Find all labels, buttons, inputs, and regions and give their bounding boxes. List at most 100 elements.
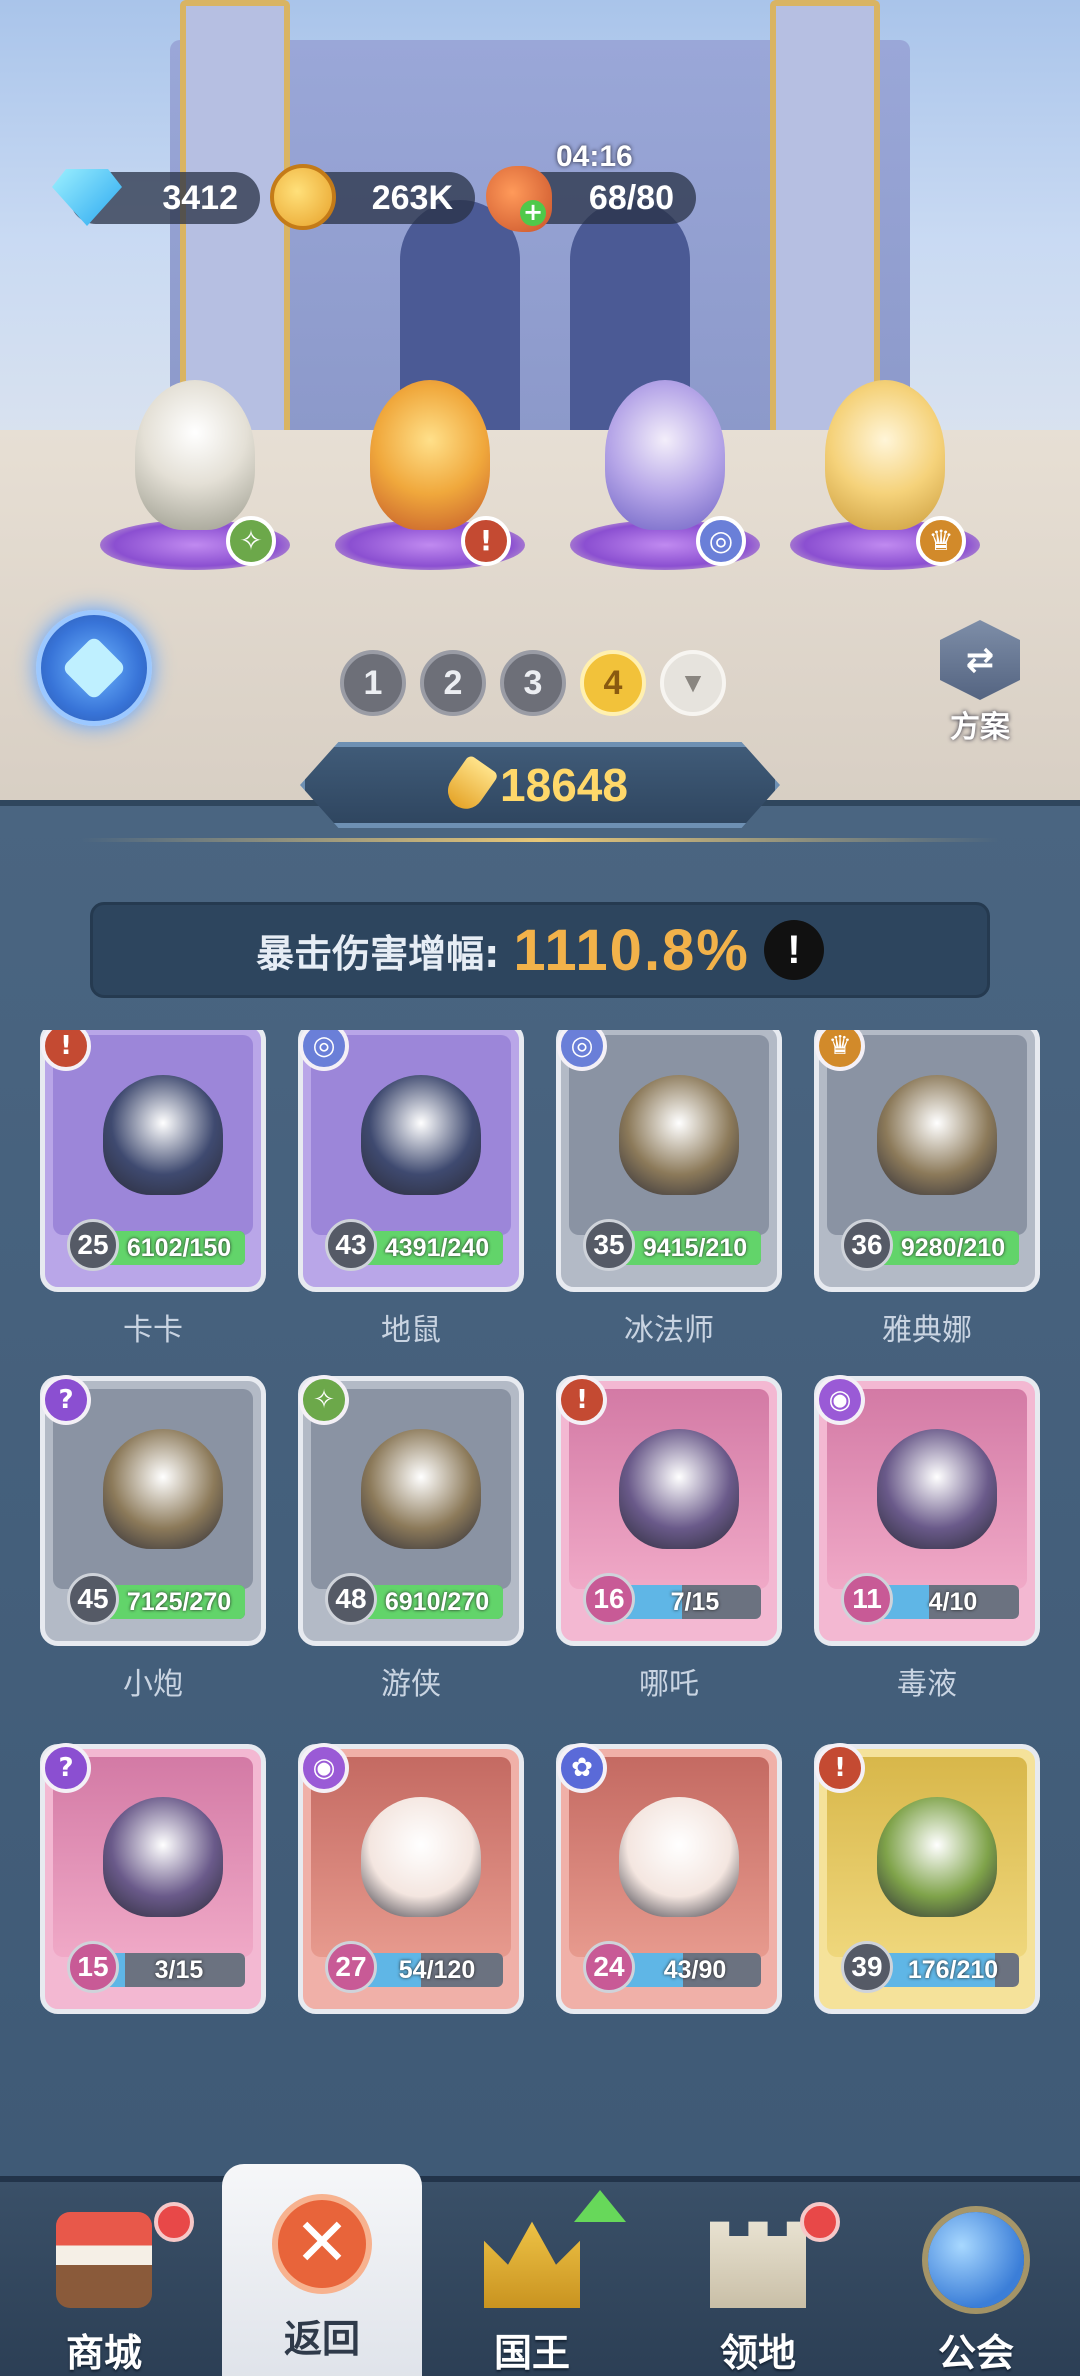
hero-portrait bbox=[311, 1757, 511, 1957]
team-tab-4[interactable]: 4 bbox=[580, 650, 646, 716]
plan-button[interactable]: ⇄ 方案 bbox=[930, 620, 1030, 745]
hero-level: 45 bbox=[67, 1573, 119, 1625]
hero-card[interactable]: ◎ 35 9415/210 冰法师 bbox=[556, 1030, 782, 1348]
hero-sprite bbox=[361, 1429, 481, 1549]
planet-icon bbox=[928, 2212, 1024, 2308]
hero-card[interactable]: ✧ 48 6910/270 游侠 bbox=[298, 1375, 524, 1702]
class-badge-icon: ! bbox=[557, 1375, 607, 1425]
hero-level: 39 bbox=[841, 1941, 893, 1993]
hero-sprite bbox=[103, 1797, 223, 1917]
hero-name: 游侠 bbox=[381, 1667, 441, 1702]
power-banner: 18648 bbox=[300, 742, 780, 828]
hero-card[interactable]: ! 25 6102/150 卡卡 bbox=[40, 1030, 266, 1348]
hero-sprite bbox=[361, 1797, 481, 1917]
crown-icon bbox=[484, 2221, 580, 2308]
hero-level: 35 bbox=[583, 1219, 635, 1271]
hero-portrait bbox=[827, 1389, 1027, 1589]
hero-sprite bbox=[619, 1797, 739, 1917]
hero-portrait bbox=[569, 1035, 769, 1235]
warrior-class-icon: ! bbox=[461, 516, 511, 566]
notification-dot bbox=[800, 2202, 840, 2242]
hero-sprite bbox=[825, 380, 945, 530]
hero-card[interactable]: ✿ 24 43/90 bbox=[556, 1743, 782, 2014]
class-badge-icon: ! bbox=[815, 1743, 865, 1793]
power-value: 18648 bbox=[500, 759, 628, 811]
hero-level: 15 bbox=[67, 1941, 119, 1993]
nav-king[interactable]: 国王 bbox=[432, 2182, 632, 2376]
mage-class-icon: ◎ bbox=[696, 516, 746, 566]
hero-card[interactable]: ◎ 43 4391/240 地鼠 bbox=[298, 1030, 524, 1348]
hero-level: 16 bbox=[583, 1573, 635, 1625]
hero-name: 小炮 bbox=[123, 1667, 183, 1702]
hero-sprite bbox=[103, 1429, 223, 1549]
lineup-hero-2[interactable]: ! bbox=[335, 370, 525, 570]
stamina-timer: 04:16 bbox=[556, 140, 633, 173]
add-stamina-icon[interactable]: + bbox=[520, 200, 546, 226]
hero-card[interactable]: ! 39 176/210 bbox=[814, 1743, 1040, 2014]
hero-portrait bbox=[827, 1757, 1027, 1957]
hero-level: 24 bbox=[583, 1941, 635, 1993]
hero-portrait bbox=[827, 1035, 1027, 1235]
team-tab-3[interactable]: 3 bbox=[500, 650, 566, 716]
hero-sprite bbox=[361, 1075, 481, 1195]
nav-territory[interactable]: 领地 bbox=[658, 2182, 858, 2376]
nav-guild[interactable]: 公会 bbox=[876, 2182, 1076, 2376]
bottom-nav: 商城 ✕ 返回 国王 领地 公会 bbox=[0, 2164, 1080, 2376]
hero-card[interactable]: ◉ 11 4/10 毒液 bbox=[814, 1375, 1040, 1702]
hero-sprite bbox=[370, 380, 490, 530]
hero-level: 11 bbox=[841, 1573, 893, 1625]
lineup-hero-1[interactable]: ✧ bbox=[100, 370, 290, 570]
stat-label: 暴击伤害增幅: bbox=[256, 931, 500, 976]
hero-name: 卡卡 bbox=[123, 1313, 183, 1348]
hero-card[interactable]: ? 15 3/15 bbox=[40, 1743, 266, 2014]
gem-count: 3412 bbox=[162, 178, 238, 217]
info-icon[interactable]: ! bbox=[763, 920, 824, 980]
castle-icon bbox=[710, 2221, 806, 2308]
hero-sprite bbox=[877, 1429, 997, 1549]
skill-button[interactable] bbox=[36, 610, 152, 726]
nav-shop[interactable]: 商城 bbox=[4, 2182, 204, 2376]
hero-name: 冰法师 bbox=[624, 1313, 714, 1348]
hero-portrait bbox=[311, 1389, 511, 1589]
hero-sprite bbox=[877, 1797, 997, 1917]
hero-card[interactable]: ? 45 7125/270 小炮 bbox=[40, 1375, 266, 1702]
hero-sprite bbox=[619, 1429, 739, 1549]
class-badge-icon: ? bbox=[41, 1375, 91, 1425]
team-tab-2[interactable]: 2 bbox=[420, 650, 486, 716]
class-badge-icon: ? bbox=[41, 1743, 91, 1793]
sword-power-icon bbox=[440, 754, 500, 816]
hero-portrait bbox=[569, 1389, 769, 1589]
hero-level: 43 bbox=[325, 1219, 377, 1271]
nav-label: 领地 bbox=[719, 2331, 796, 2375]
notification-dot bbox=[154, 2202, 194, 2242]
plan-label: 方案 bbox=[950, 710, 1010, 745]
hero-sprite bbox=[619, 1075, 739, 1195]
nav-label: 商城 bbox=[65, 2331, 142, 2375]
hero-card[interactable]: ! 16 7/15 哪吒 bbox=[556, 1375, 782, 1702]
nav-back[interactable]: ✕ 返回 bbox=[222, 2164, 422, 2376]
hero-name: 毒液 bbox=[897, 1667, 957, 1702]
hero-card[interactable]: ◉ 27 54/120 bbox=[298, 1743, 524, 2014]
ranger-class-icon: ✧ bbox=[226, 516, 276, 566]
divider bbox=[80, 838, 1000, 842]
coin-icon bbox=[270, 164, 336, 230]
hero-portrait bbox=[311, 1035, 511, 1235]
skill-diamond-icon bbox=[61, 635, 127, 701]
lineup-hero-3[interactable]: ◎ bbox=[570, 370, 760, 570]
stat-value: 1110.8% bbox=[513, 917, 750, 983]
class-badge-icon: ✿ bbox=[557, 1743, 607, 1793]
class-badge-icon: ◉ bbox=[815, 1375, 865, 1425]
plan-swap-icon: ⇄ bbox=[940, 620, 1020, 700]
team-tab-1[interactable]: 1 bbox=[340, 650, 406, 716]
hero-name: 哪吒 bbox=[639, 1667, 699, 1702]
hero-card[interactable]: ♛ 36 9280/210 雅典娜 bbox=[814, 1030, 1040, 1348]
hero-sprite bbox=[103, 1075, 223, 1195]
lineup-hero-4[interactable]: ♛ bbox=[790, 370, 980, 570]
team-tabs: 1 2 3 4 ▼ bbox=[340, 650, 726, 716]
hero-sprite bbox=[605, 380, 725, 530]
team-tab-more-chevron-down-icon[interactable]: ▼ bbox=[660, 650, 726, 716]
close-icon: ✕ bbox=[272, 2194, 372, 2294]
hero-card-grid: ! 25 6102/150 卡卡 ◎ 43 4391/240 地鼠 ◎ 35 9415/210 冰法师… bbox=[0, 1030, 1080, 2058]
hero-portrait bbox=[569, 1757, 769, 1957]
stamina-count: 68/80 bbox=[588, 178, 674, 217]
